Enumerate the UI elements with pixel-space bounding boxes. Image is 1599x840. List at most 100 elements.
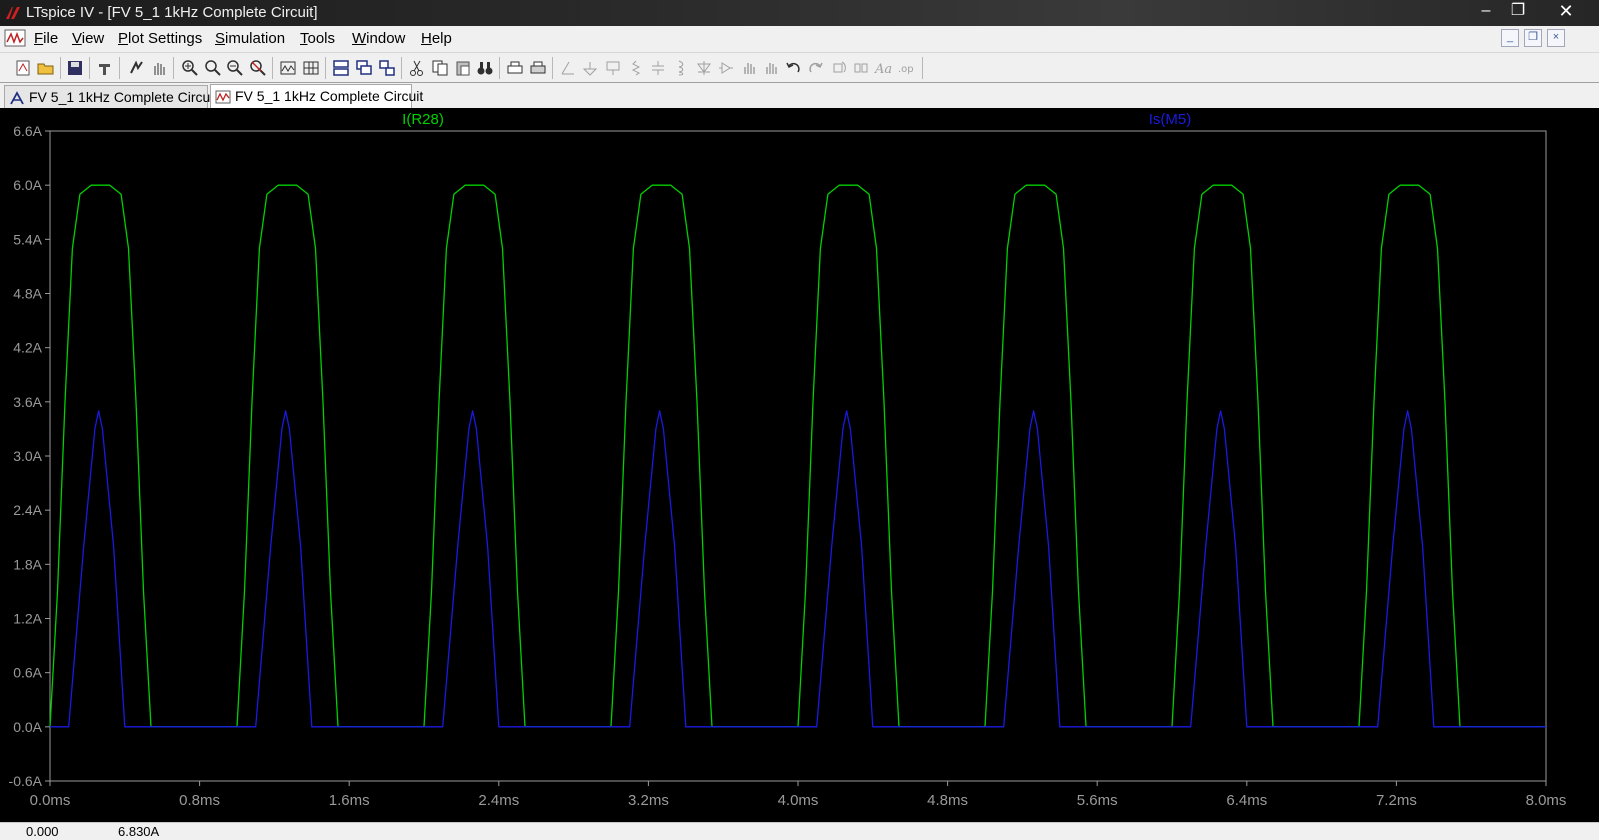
x-tick-label: 0.0ms — [30, 792, 71, 809]
paste-icon[interactable] — [454, 59, 472, 77]
spice-directive-icon: .op — [898, 64, 914, 75]
drag-hand-icon — [766, 63, 777, 74]
y-tick-label: 6.0A — [13, 177, 42, 193]
plot-frame — [49, 130, 1547, 782]
tab-waveform[interactable]: FV 5_1 1kHz Complete Circuit — [210, 84, 423, 110]
tile-vertical-icon[interactable] — [378, 59, 396, 77]
close-window-button[interactable]: ✕ — [1540, 0, 1592, 24]
menu-bar: File View Plot Settings Simulation Tools… — [0, 26, 1599, 52]
y-tick-label: 3.0A — [13, 448, 42, 464]
move-hand-icon — [744, 63, 755, 74]
x-tick-label: 5.6ms — [1077, 792, 1118, 809]
x-tick-label: 2.4ms — [478, 792, 519, 809]
toolbar: Aa .op — [0, 52, 1599, 82]
minimize-window-button[interactable]: – — [1471, 0, 1501, 24]
cut-scissors-icon[interactable] — [408, 59, 426, 77]
menu-window[interactable]: Window — [352, 30, 405, 47]
label-net-icon — [606, 61, 620, 75]
zoom-in-icon[interactable] — [181, 59, 199, 77]
tab-schematic[interactable]: FV 5_1 1kHz Complete Circuit — [4, 85, 217, 109]
plot-axes — [45, 130, 1547, 786]
x-tick-label: 6.4ms — [1226, 792, 1267, 809]
tile-horizontal-icon[interactable] — [332, 59, 350, 77]
tab-waveform-label: FV 5_1 1kHz Complete Circuit — [235, 88, 424, 104]
resistor-icon — [631, 60, 641, 76]
menu-help[interactable]: Help — [421, 30, 452, 47]
plot-series — [49, 184, 1546, 728]
cursor-y-readout: 6.830A — [118, 824, 160, 839]
new-schematic-icon[interactable] — [14, 59, 32, 77]
waveform-plot[interactable]: 6.6A 6.0A 5.4A 4.8A 4.2A 3.6A 3.0A 2.4A 1.8A 1.2A… — [0, 108, 1599, 822]
schematic-icon — [10, 91, 24, 105]
trace-label-i-r28-[interactable]: I(R28) — [402, 111, 444, 128]
x-tick-label: 4.0ms — [778, 792, 819, 809]
menu-simulation[interactable]: Simulation — [215, 30, 285, 47]
title-bar: LTspice IV - [FV 5_1 1kHz Complete Circu… — [0, 0, 1599, 26]
zoom-back-icon[interactable] — [226, 59, 244, 77]
halt-hand-icon[interactable] — [150, 59, 168, 77]
menu-tools[interactable]: Tools — [300, 30, 335, 47]
find-binoculars-icon[interactable] — [476, 59, 494, 77]
zoom-fit-icon[interactable] — [249, 59, 267, 77]
copy-icon[interactable] — [431, 59, 449, 77]
trace-label-is-m5-[interactable]: Is(M5) — [1149, 111, 1192, 128]
cascade-windows-icon[interactable] — [355, 59, 373, 77]
y-tick-label: 4.8A — [13, 286, 42, 302]
trace-is-m5- — [50, 410, 1546, 728]
undo-icon[interactable] — [784, 59, 802, 77]
run-simulation-icon[interactable] — [127, 59, 145, 77]
ltspice-logo-icon — [6, 7, 20, 19]
cursor-x-readout: 0.000 — [26, 824, 59, 839]
x-tick-label: 7.2ms — [1376, 792, 1417, 809]
svg-text:Aa: Aa — [874, 62, 892, 77]
x-tick-label: 4.8ms — [927, 792, 968, 809]
menu-plot-settings[interactable]: Plot Settings — [118, 30, 202, 47]
y-tick-label: 3.6A — [13, 394, 42, 410]
mirror-icon — [854, 63, 868, 73]
capacitor-icon — [652, 61, 664, 75]
x-tick-label: 3.2ms — [628, 792, 669, 809]
y-tick-label: 0.0A — [13, 719, 42, 735]
mdi-restore-button[interactable]: ❐ — [1524, 29, 1542, 47]
control-panel-hammer-icon[interactable] — [96, 59, 114, 77]
menu-file[interactable]: File — [34, 30, 58, 47]
rotate-icon — [833, 61, 846, 73]
autorange-icon[interactable] — [279, 59, 297, 77]
mdi-minimize-button[interactable]: _ — [1501, 29, 1519, 47]
x-tick-label: 8.0ms — [1526, 792, 1567, 809]
waveform-chart[interactable]: 6.6A 6.0A 5.4A 4.8A 4.2A 3.6A 3.0A 2.4A 1.8A 1.2A… — [0, 108, 1599, 822]
document-tab-bar: FV 5_1 1kHz Complete Circuit FV 5_1 1kHz… — [0, 82, 1599, 110]
component-icon — [719, 62, 733, 74]
x-tick-label: 0.8ms — [179, 792, 220, 809]
window-title: LTspice IV - [FV 5_1 1kHz Complete Circu… — [26, 4, 318, 21]
menu-view[interactable]: View — [72, 30, 104, 47]
save-icon[interactable] — [66, 59, 84, 77]
draw-wire-icon — [561, 61, 574, 75]
status-bar: 0.000 6.830A — [0, 822, 1599, 840]
text-icon: Aa — [874, 62, 892, 77]
y-tick-label: 2.4A — [13, 502, 42, 518]
y-tick-label: -0.6A — [9, 773, 43, 789]
x-tick-label: 1.6ms — [329, 792, 370, 809]
y-tick-label: 0.6A — [13, 665, 42, 681]
diode-icon — [697, 61, 711, 75]
tab-schematic-label: FV 5_1 1kHz Complete Circuit — [29, 89, 218, 105]
print-preview-icon[interactable] — [506, 59, 524, 77]
plot-labels: 6.6A 6.0A 5.4A 4.8A 4.2A 3.6A 3.0A 2.4A 1.8A 1.2A… — [9, 111, 1567, 809]
redo-icon — [809, 62, 823, 73]
y-tick-label: 5.4A — [13, 231, 42, 247]
svg-text:.op: .op — [898, 64, 914, 75]
inductor-icon — [678, 60, 684, 76]
waveform-document-icon[interactable] — [4, 28, 26, 48]
mdi-close-button[interactable]: × — [1547, 29, 1565, 47]
print-icon[interactable] — [529, 59, 547, 77]
waveform-icon — [215, 90, 231, 104]
ground-icon — [582, 62, 598, 76]
zoom-out-icon[interactable] — [204, 59, 222, 77]
y-tick-label: 6.6A — [13, 123, 42, 139]
maximize-window-button[interactable]: ❐ — [1503, 0, 1533, 24]
grid-icon[interactable] — [302, 59, 320, 77]
y-tick-label: 1.2A — [13, 611, 42, 627]
open-folder-icon[interactable] — [37, 59, 55, 77]
trace-i-r28- — [49, 184, 1546, 728]
